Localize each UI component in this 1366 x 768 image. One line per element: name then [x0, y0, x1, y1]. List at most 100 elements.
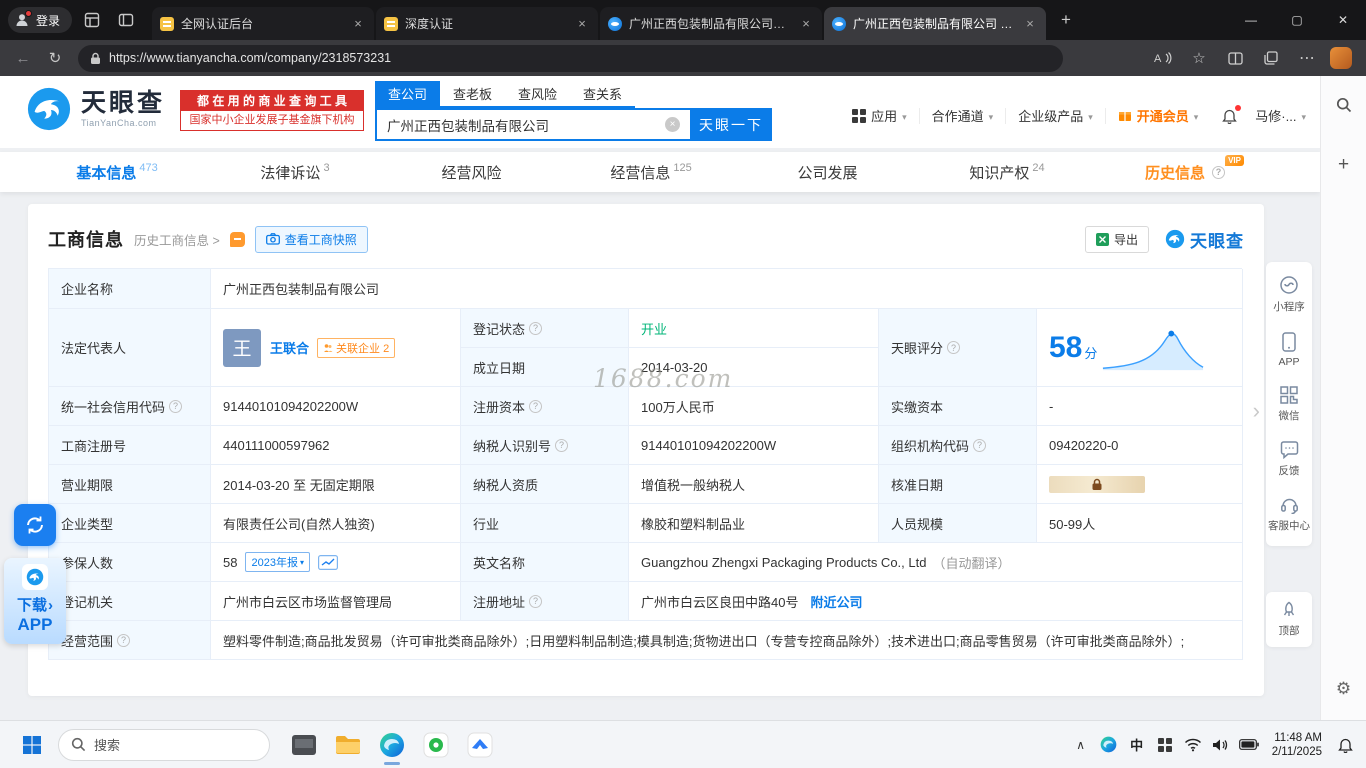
tab-legal-proceedings[interactable]: 法律诉讼 3 [206, 152, 384, 192]
minimize-button[interactable] [1228, 0, 1274, 40]
file-explorer-button[interactable] [326, 723, 370, 767]
search-button[interactable]: 天眼一下 [690, 108, 772, 141]
taskbar-search-box[interactable]: 搜索 [58, 728, 270, 761]
snapshot-button[interactable]: 查看工商快照 [254, 225, 368, 253]
browser-tab-4-active[interactable]: 广州正西包装制品有限公司 - 天 [824, 7, 1047, 40]
nav-enterprise-products[interactable]: 企业级产品 [1006, 107, 1106, 124]
clear-input-icon[interactable] [665, 117, 680, 132]
help-icon[interactable] [947, 341, 961, 354]
search-tab-boss[interactable]: 查老板 [440, 81, 505, 106]
annual-report-badge[interactable]: 2023年报 [245, 552, 310, 572]
chevron-down-icon [1194, 108, 1199, 123]
refresh-icon[interactable] [42, 45, 68, 71]
tianyancha-logo[interactable]: 天眼查 TianYanCha.com [26, 86, 165, 132]
wifi-icon[interactable] [1180, 731, 1206, 759]
favorite-star-icon[interactable] [1186, 45, 1212, 71]
tray-edge-icon[interactable] [1096, 731, 1122, 759]
history-info-link[interactable]: 历史工商信息 > [134, 230, 220, 249]
download-app-float[interactable]: 下载 APP [4, 558, 66, 644]
ime-language-indicator[interactable]: 中 [1124, 731, 1150, 759]
workspaces-icon[interactable] [78, 6, 106, 34]
search-tab-risk[interactable]: 查风险 [505, 81, 570, 106]
refresh-float-button[interactable] [14, 504, 56, 546]
read-aloud-icon[interactable]: A [1150, 45, 1176, 71]
nav-open-vip[interactable]: 开通会员 [1106, 108, 1211, 124]
browser-tab-2[interactable]: 深度认证 [376, 7, 599, 40]
back-icon[interactable] [10, 45, 36, 71]
snip-preview-button[interactable] [282, 723, 326, 767]
battery-icon[interactable] [1236, 731, 1262, 759]
app-logo-icon [22, 564, 48, 590]
help-icon[interactable] [529, 321, 543, 335]
nav-apps[interactable]: 应用 [840, 107, 920, 124]
notification-bell-icon[interactable] [1332, 731, 1358, 759]
notifications-bell[interactable] [1210, 104, 1249, 124]
browser-profile-avatar[interactable] [1330, 47, 1352, 69]
tab-operating-risk[interactable]: 经营风险 [384, 152, 562, 192]
ime-mode-icon[interactable] [1152, 731, 1178, 759]
search-tab-company[interactable]: 查公司 [375, 81, 441, 106]
carousel-next-icon[interactable] [1253, 398, 1260, 424]
help-icon[interactable] [169, 399, 183, 413]
browser-tab-3[interactable]: 广州正西包装制品有限公司_相关 [600, 7, 823, 40]
close-button[interactable] [1320, 0, 1366, 40]
notice-icon[interactable] [229, 231, 245, 247]
browser-login-chip[interactable]: 登录 [8, 7, 73, 33]
nav-partner-channel[interactable]: 合作通道 [920, 107, 1007, 124]
vip-locked-value[interactable] [1049, 475, 1145, 493]
related-companies-badge[interactable]: 关联企业 2 [317, 337, 396, 358]
sidebar-search-icon[interactable] [1329, 90, 1359, 120]
volume-icon[interactable] [1208, 731, 1234, 759]
green-app-button[interactable] [414, 723, 458, 767]
start-button[interactable] [12, 725, 52, 765]
maximize-button[interactable] [1274, 0, 1320, 40]
tab-business-info[interactable]: 经营信息 125 [562, 152, 740, 192]
score-label: 天眼评分 [879, 309, 1037, 387]
collections-icon[interactable] [1258, 45, 1284, 71]
url-field[interactable]: https://www.tianyancha.com/company/23185… [78, 44, 1063, 72]
tab-actions-icon[interactable] [112, 6, 140, 34]
back-to-top-button[interactable]: 顶部 [1266, 592, 1312, 647]
help-icon[interactable] [555, 438, 569, 452]
wechat-qr-button[interactable]: 微信 [1266, 377, 1312, 432]
reg-number-value: 440111000597962 [211, 426, 461, 465]
tab-intellectual-property[interactable]: 知识产权 24 [918, 152, 1096, 192]
search-tab-relation[interactable]: 查关系 [570, 81, 635, 106]
tab-close-icon[interactable] [574, 16, 590, 31]
help-icon[interactable] [1212, 165, 1225, 179]
split-screen-icon[interactable] [1222, 45, 1248, 71]
feedback-button[interactable]: 反馈 [1266, 432, 1312, 487]
help-icon[interactable] [529, 399, 543, 413]
taskbar-clock[interactable]: 11:48 AM 2/11/2025 [1264, 731, 1330, 759]
edge-browser-button[interactable] [370, 723, 414, 767]
tab-close-icon[interactable] [350, 16, 366, 31]
sidebar-settings-gear-icon[interactable] [1329, 674, 1359, 704]
tab-history-info[interactable]: 历史信息 VIP [1096, 152, 1274, 192]
sidebar-add-icon[interactable] [1329, 150, 1359, 180]
business-term-value: 2014-03-20 至 无固定期限 [211, 465, 461, 504]
help-icon[interactable] [117, 633, 131, 647]
taxpayer-quality-label: 纳税人资质 [461, 465, 629, 504]
mini-program-button[interactable]: 小程序 [1266, 266, 1312, 323]
more-options-icon[interactable] [1294, 45, 1320, 71]
export-button[interactable]: 导出 [1084, 225, 1149, 253]
tab-close-icon[interactable] [1022, 16, 1038, 31]
tab-company-development[interactable]: 公司发展 [740, 152, 918, 192]
user-menu[interactable]: 马修·... [1249, 106, 1306, 125]
help-icon[interactable] [529, 594, 543, 608]
help-icon[interactable] [973, 438, 987, 452]
tray-expand-icon[interactable] [1068, 731, 1094, 759]
new-tab-button[interactable] [1052, 6, 1080, 34]
search-icon [71, 737, 86, 752]
tab-basic-info[interactable]: 基本信息 473 [28, 152, 206, 192]
taxpayer-id-label: 纳税人识别号 [461, 426, 629, 465]
blue-app-button[interactable] [458, 723, 502, 767]
company-search-input[interactable] [375, 108, 690, 141]
browser-tab-1[interactable]: 全网认证后台 [152, 7, 375, 40]
nearby-companies-link[interactable]: 附近公司 [810, 592, 862, 611]
customer-service-button[interactable]: 客服中心 [1266, 487, 1312, 542]
legal-rep-link[interactable]: 王联合 [270, 338, 309, 357]
app-download-button[interactable]: APP [1266, 323, 1312, 377]
trend-chart-icon[interactable] [317, 554, 338, 570]
tab-close-icon[interactable] [798, 16, 814, 31]
